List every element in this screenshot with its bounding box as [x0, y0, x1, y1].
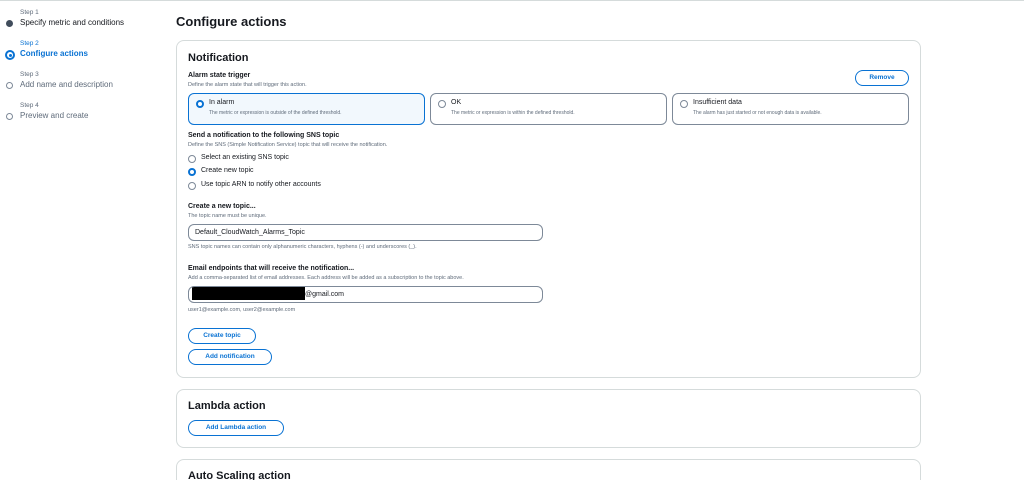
- trigger-option-title: OK: [451, 99, 462, 106]
- step-current-icon: [5, 50, 15, 60]
- email-endpoints-input[interactable]: @gmail.com: [188, 286, 543, 303]
- new-topic-desc: The topic name must be unique.: [188, 213, 267, 219]
- sns-topic-desc: Define the SNS (Simple Notification Serv…: [188, 142, 388, 148]
- remove-button[interactable]: Remove: [855, 70, 909, 86]
- step-pending-icon: [6, 113, 13, 120]
- step-2-label: Step 2: [20, 40, 39, 47]
- add-lambda-action-button[interactable]: Add Lambda action: [188, 420, 284, 436]
- radio-unselected-icon: [188, 182, 196, 190]
- radio-selected-icon: [188, 168, 196, 176]
- trigger-option-desc: The metric or expression is within the d…: [451, 110, 575, 116]
- email-suffix: @gmail.com: [305, 291, 345, 298]
- sns-topic-label: Send a notification to the following SNS…: [188, 132, 340, 139]
- topic-name-input[interactable]: Default_CloudWatch_Alarms_Topic: [188, 224, 543, 241]
- topic-name-hint: SNS topic names can contain only alphanu…: [188, 244, 417, 250]
- top-divider: [0, 0, 1024, 1]
- sns-option-label: Select an existing SNS topic: [201, 154, 289, 161]
- email-endpoints-hint: user1@example.com, user2@example.com: [188, 307, 296, 313]
- trigger-option-title: Insufficient data: [693, 99, 742, 106]
- trigger-option-ok[interactable]: OK The metric or expression is within th…: [430, 93, 667, 125]
- step-1-title[interactable]: Specify metric and conditions: [20, 17, 166, 28]
- trigger-option-insufficient-data[interactable]: Insufficient data The alarm has just sta…: [672, 93, 909, 125]
- alarm-state-trigger-label: Alarm state trigger: [188, 72, 251, 79]
- email-endpoints-desc: Add a comma-separated list of email addr…: [188, 275, 464, 281]
- step-1-label: Step 1: [20, 9, 39, 16]
- sns-option-label: Create new topic: [201, 167, 254, 174]
- trigger-option-in-alarm[interactable]: In alarm The metric or expression is out…: [188, 93, 425, 125]
- step-1[interactable]: Step 1 Specify metric and conditions: [6, 9, 166, 40]
- radio-unselected-icon: [680, 100, 688, 108]
- radio-unselected-icon: [438, 100, 446, 108]
- add-notification-button[interactable]: Add notification: [188, 349, 272, 365]
- step-pending-icon: [6, 82, 13, 89]
- step-4: Step 4 Preview and create: [6, 102, 166, 133]
- step-3: Step 3 Add name and description: [6, 71, 166, 102]
- new-topic-label: Create a new topic...: [188, 203, 256, 210]
- alarm-state-trigger-desc: Define the alarm state that will trigger…: [188, 82, 307, 88]
- step-2-title: Configure actions: [20, 49, 89, 58]
- redacted-block: [192, 287, 305, 301]
- trigger-option-desc: The metric or expression is outside of t…: [209, 110, 342, 116]
- page-title: Configure actions: [176, 14, 287, 29]
- auto-scaling-action-card: Auto Scaling action: [176, 459, 921, 480]
- email-endpoints-label: Email endpoints that will receive the no…: [188, 265, 355, 272]
- trigger-option-desc: The alarm has just started or not enough…: [693, 110, 822, 116]
- create-topic-button[interactable]: Create topic: [188, 328, 256, 344]
- wizard-steps: Step 1 Specify metric and conditions Ste…: [5, 9, 166, 133]
- step-2: Step 2 Configure actions: [5, 40, 166, 71]
- step-complete-icon: [6, 20, 13, 27]
- step-3-title: Add name and description: [20, 80, 113, 89]
- sns-option-label: Use topic ARN to notify other accounts: [201, 181, 321, 188]
- step-4-title: Preview and create: [20, 111, 89, 120]
- radio-unselected-icon: [188, 155, 196, 163]
- radio-selected-icon: [196, 100, 204, 108]
- lambda-action-card: Lambda action Add Lambda action: [176, 389, 921, 448]
- step-3-label: Step 3: [20, 71, 39, 78]
- notification-heading: Notification: [188, 52, 249, 64]
- lambda-action-heading: Lambda action: [188, 400, 266, 412]
- auto-scaling-action-heading: Auto Scaling action: [188, 470, 291, 480]
- step-4-label: Step 4: [20, 102, 39, 109]
- trigger-option-title: In alarm: [209, 99, 235, 106]
- notification-card: Notification Remove Alarm state trigger …: [176, 40, 921, 378]
